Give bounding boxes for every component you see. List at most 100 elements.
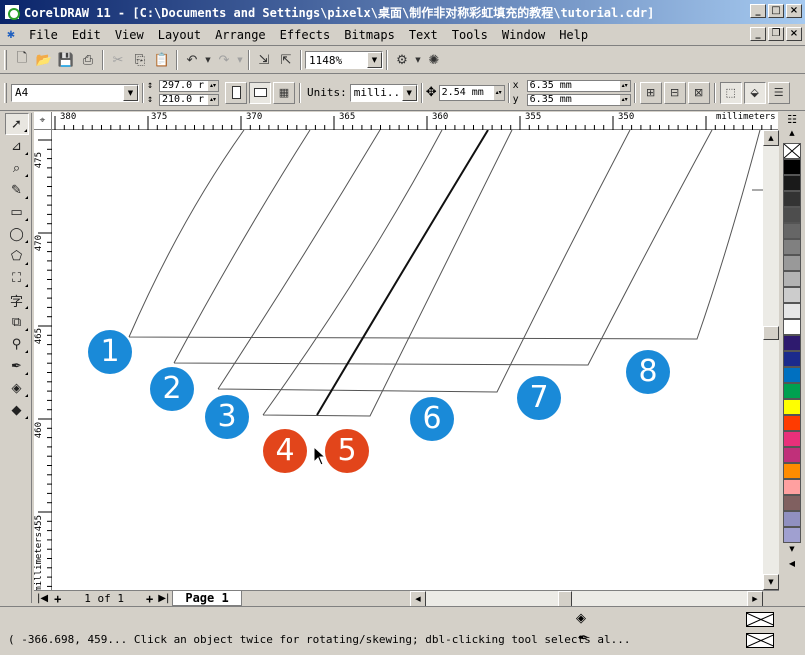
paste-icon[interactable]: 📋 bbox=[152, 50, 172, 70]
paper-size-select[interactable]: A4 ▼ bbox=[11, 83, 139, 102]
color-swatch[interactable] bbox=[783, 415, 801, 431]
color-swatch[interactable] bbox=[783, 367, 801, 383]
nudge-distance-field[interactable]: 2.54 mm ▴▾ bbox=[438, 84, 505, 101]
menu-help[interactable]: Help bbox=[552, 28, 595, 42]
spin-arrows-icon[interactable]: ▴▾ bbox=[493, 85, 504, 100]
paper-width-field[interactable]: 297.0 r ▴▾ bbox=[159, 79, 219, 92]
last-page-icon[interactable]: ▶| bbox=[158, 593, 169, 604]
color-swatch[interactable] bbox=[783, 383, 801, 399]
color-swatch[interactable] bbox=[783, 175, 801, 191]
doc-minimize-button[interactable]: _ bbox=[750, 27, 766, 41]
document-icon[interactable]: ✱ bbox=[0, 27, 22, 42]
duplicate-y-field[interactable]: 6.35 mm ▴▾ bbox=[526, 93, 631, 106]
import-icon[interactable]: ⇲ bbox=[254, 50, 274, 70]
toolbar-grip[interactable] bbox=[4, 50, 7, 70]
menu-edit[interactable]: Edit bbox=[65, 28, 108, 42]
duplicate-x-field[interactable]: 6.35 mm ▴▾ bbox=[526, 79, 631, 92]
color-swatch[interactable] bbox=[783, 207, 801, 223]
copy-icon[interactable]: ⎘ bbox=[130, 50, 150, 70]
color-swatch[interactable] bbox=[783, 159, 801, 175]
spin-arrows-icon[interactable]: ▴▾ bbox=[619, 80, 630, 91]
basic-shapes-tool-icon[interactable]: ⛶ bbox=[5, 267, 29, 289]
menu-window[interactable]: Window bbox=[495, 28, 552, 42]
menu-tools[interactable]: Tools bbox=[445, 28, 495, 42]
menu-text[interactable]: Text bbox=[402, 28, 445, 42]
color-swatch[interactable] bbox=[783, 399, 801, 415]
color-swatch[interactable] bbox=[783, 431, 801, 447]
outline-tool-icon[interactable]: ✒ bbox=[5, 355, 29, 377]
ruler-origin[interactable]: ⌖ bbox=[34, 112, 52, 130]
menu-bitmaps[interactable]: Bitmaps bbox=[337, 28, 402, 42]
coreldraw-app-icon[interactable] bbox=[4, 4, 20, 20]
undo-icon[interactable]: ↶ bbox=[182, 50, 202, 70]
color-swatch[interactable] bbox=[783, 479, 801, 495]
spin-arrows-icon[interactable]: ▴▾ bbox=[208, 94, 218, 105]
menu-arrange[interactable]: Arrange bbox=[208, 28, 273, 42]
options-button[interactable]: ☰ bbox=[767, 81, 790, 104]
palette-expand-icon[interactable]: ◀ bbox=[781, 559, 803, 573]
fill-tool-icon[interactable]: ◈ bbox=[5, 377, 29, 399]
polygon-tool-icon[interactable]: ⬠ bbox=[5, 245, 29, 267]
spin-arrows-icon[interactable]: ▴▾ bbox=[208, 80, 218, 91]
scroll-right-icon[interactable]: ▶ bbox=[747, 591, 763, 607]
fill-none-swatch[interactable] bbox=[746, 612, 774, 627]
menu-file[interactable]: File bbox=[22, 28, 65, 42]
drawing-canvas[interactable]: 1 2 3 4 5 6 7 8 bbox=[52, 130, 763, 590]
vertical-scrollbar[interactable]: ▲ ▼ bbox=[763, 130, 779, 590]
add-page-after-icon[interactable]: + bbox=[146, 592, 153, 606]
eyedropper-tool-icon[interactable]: ⚲ bbox=[5, 333, 29, 355]
chevron-down-icon[interactable]: ▼ bbox=[123, 84, 138, 101]
snap-to-objects-button[interactable]: ⊠ bbox=[687, 81, 710, 104]
shape-tool-icon[interactable]: ⊿ bbox=[5, 135, 29, 157]
menu-view[interactable]: View bbox=[108, 28, 151, 42]
horizontal-scrollbar[interactable]: ◀ ▶ bbox=[410, 591, 763, 607]
doc-close-button[interactable]: × bbox=[786, 27, 802, 41]
freehand-tool-icon[interactable]: ✎ bbox=[5, 179, 29, 201]
undo-dropdown-icon[interactable]: ▼ bbox=[204, 50, 212, 70]
menu-layout[interactable]: Layout bbox=[151, 28, 208, 42]
color-swatch[interactable] bbox=[783, 463, 801, 479]
add-page-before-icon[interactable]: + bbox=[54, 592, 61, 606]
redo-icon[interactable]: ↷ bbox=[214, 50, 234, 70]
horizontal-ruler[interactable]: 380 375 370 365 360 355 350 millimeters bbox=[52, 112, 778, 130]
application-launcher-icon[interactable]: ⚙ bbox=[392, 50, 412, 70]
launcher-dropdown-icon[interactable]: ▼ bbox=[414, 50, 422, 70]
interactive-fill-tool-icon[interactable]: ◆ bbox=[5, 399, 29, 421]
units-select[interactable]: milli... ▼ bbox=[349, 83, 418, 102]
export-icon[interactable]: ⇱ bbox=[276, 50, 296, 70]
color-swatch[interactable] bbox=[783, 287, 801, 303]
draw-object-mode-button[interactable]: ⬙ bbox=[743, 81, 766, 104]
color-swatch[interactable] bbox=[783, 351, 801, 367]
color-swatch[interactable] bbox=[783, 239, 801, 255]
menu-effects[interactable]: Effects bbox=[273, 28, 338, 42]
color-swatch[interactable] bbox=[783, 447, 801, 463]
scroll-left-icon[interactable]: ◀ bbox=[410, 591, 426, 607]
color-swatch[interactable] bbox=[783, 191, 801, 207]
scroll-down-icon[interactable]: ▼ bbox=[763, 574, 779, 590]
text-tool-icon[interactable]: 字 bbox=[5, 289, 29, 311]
horizontal-scroll-thumb[interactable] bbox=[558, 591, 572, 607]
open-icon[interactable]: 📂 bbox=[34, 50, 54, 70]
save-icon[interactable]: 💾 bbox=[56, 50, 76, 70]
zoom-level-select[interactable]: 1148% ▼ bbox=[305, 51, 383, 69]
palette-menu-icon[interactable]: ☷ bbox=[781, 113, 803, 129]
treat-as-filled-button[interactable]: ⬚ bbox=[719, 81, 742, 104]
close-button[interactable]: × bbox=[786, 4, 802, 18]
paper-height-field[interactable]: 210.0 r ▴▾ bbox=[159, 93, 219, 106]
rectangle-tool-icon[interactable]: ▭ bbox=[5, 201, 29, 223]
color-swatch[interactable] bbox=[783, 335, 801, 351]
zoom-tool-icon[interactable]: ⌕ bbox=[5, 157, 29, 179]
outline-none-swatch[interactable] bbox=[746, 633, 774, 648]
maximize-button[interactable]: □ bbox=[768, 4, 784, 18]
spin-arrows-icon[interactable]: ▴▾ bbox=[619, 94, 630, 105]
chevron-down-icon[interactable]: ▼ bbox=[367, 52, 382, 68]
pick-tool-icon[interactable]: ➚ bbox=[4, 113, 29, 135]
portrait-button[interactable] bbox=[225, 81, 247, 104]
scroll-up-icon[interactable]: ▲ bbox=[763, 130, 779, 146]
color-swatch[interactable] bbox=[783, 495, 801, 511]
palette-scroll-up-icon[interactable]: ▲ bbox=[781, 129, 803, 143]
color-swatch[interactable] bbox=[783, 255, 801, 271]
landscape-button[interactable] bbox=[249, 81, 271, 104]
color-swatch[interactable] bbox=[783, 223, 801, 239]
color-swatch[interactable] bbox=[783, 319, 801, 335]
